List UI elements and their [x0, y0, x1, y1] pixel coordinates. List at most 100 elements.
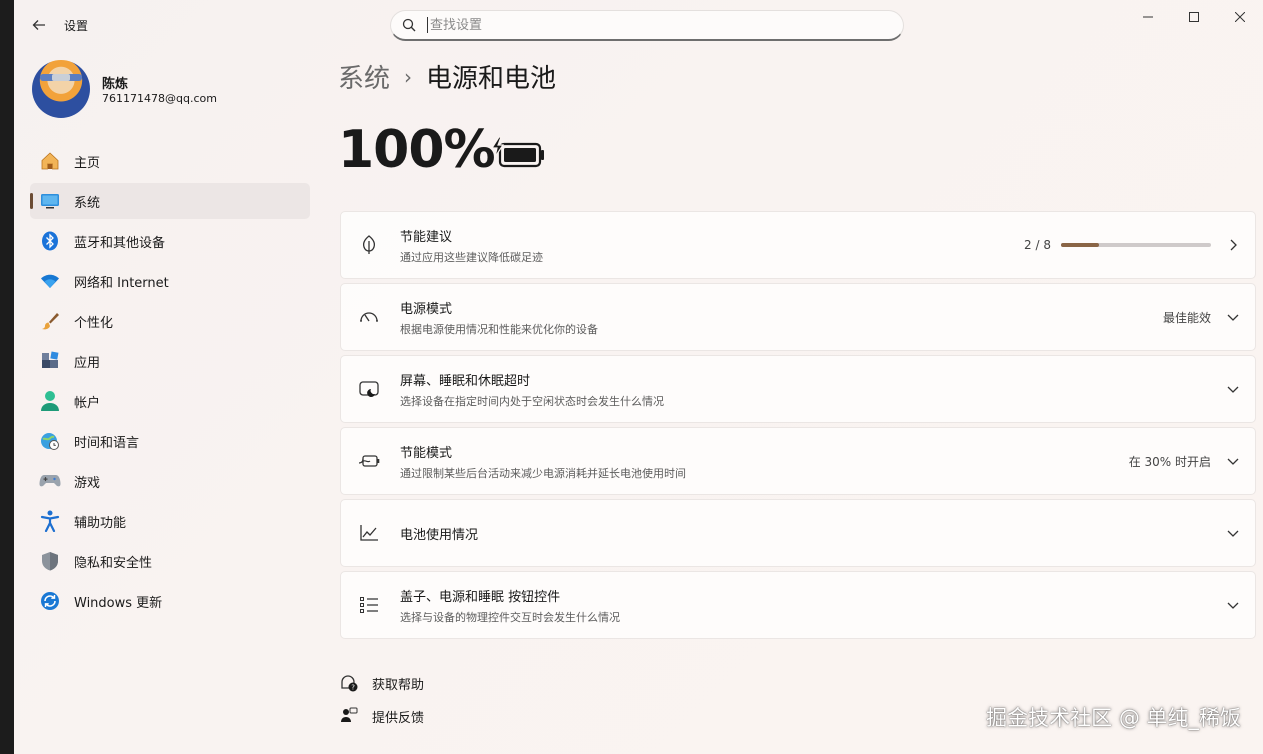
search-input[interactable]	[427, 17, 867, 33]
list-icon	[358, 594, 380, 616]
card-right: 最佳能效	[1163, 284, 1241, 350]
sidebar-item-label: 隐私和安全性	[74, 555, 153, 571]
sidebar-item-label: 主页	[74, 155, 101, 171]
card-subtitle: 通过限制某些后台活动来减少电源消耗并延长电池使用时间	[400, 466, 686, 480]
card-text: 电池使用情况	[400, 524, 478, 543]
maximize-icon[interactable]	[1171, 0, 1217, 34]
avatar-plate	[52, 74, 70, 81]
sidebar-item-label: 帐户	[74, 395, 101, 411]
card-text: 盖子、电源和睡眠 按钮控件 选择与设备的物理控件交互时会发生什么情况	[400, 586, 620, 625]
battery-percentage: 100%	[338, 120, 496, 180]
card-power-mode[interactable]: 电源模式 根据电源使用情况和性能来优化你的设备 最佳能效	[340, 283, 1256, 351]
svg-text:?: ?	[351, 684, 355, 692]
minimize-icon[interactable]	[1125, 0, 1171, 34]
avatar[interactable]	[32, 60, 90, 118]
user-name: 陈炼	[102, 77, 129, 92]
sidebar-item-apps[interactable]: 应用	[30, 343, 310, 379]
sidebar-item-bluetooth[interactable]: 蓝牙和其他设备	[30, 223, 310, 259]
sidebar-item-privacy[interactable]: 隐私和安全性	[30, 543, 310, 579]
chevron-down-icon[interactable]	[1225, 381, 1241, 397]
card-title: 电源模式	[400, 301, 453, 317]
card-subtitle: 选择设备在指定时间内处于空闲状态时会发生什么情况	[400, 394, 664, 408]
sidebar-item-accessibility[interactable]: 辅助功能	[30, 503, 310, 539]
card-text: 节能建议 通过应用这些建议降低碳足迹	[400, 226, 543, 265]
brush-icon	[38, 309, 62, 333]
search-icon	[391, 18, 427, 32]
back-button[interactable]	[28, 14, 50, 36]
gamepad-icon	[38, 469, 62, 493]
title-bar: 设置	[14, 0, 1263, 50]
sidebar-nav: 主页 系统 蓝牙和其他设备 网络和 Internet 个性化 应用 帐户 时间和…	[30, 143, 310, 623]
account-icon	[38, 389, 62, 413]
card-right: 2 / 8	[1024, 212, 1241, 278]
card-title: 电池使用情况	[400, 527, 479, 543]
progress-fill	[1061, 243, 1099, 247]
sidebar-item-label: 网络和 Internet	[74, 275, 169, 291]
card-subtitle: 选择与设备的物理控件交互时会发生什么情况	[400, 610, 620, 624]
get-help-label: 获取帮助	[372, 677, 425, 693]
progress-count: 2 / 8	[1024, 238, 1051, 252]
battery-saver-icon	[358, 450, 380, 472]
sidebar-item-home[interactable]: 主页	[30, 143, 310, 179]
sidebar-item-network[interactable]: 网络和 Internet	[30, 263, 310, 299]
get-help-link[interactable]: ? 获取帮助	[340, 672, 424, 694]
power-mode-value[interactable]: 最佳能效	[1163, 309, 1211, 326]
sidebar-item-time-language[interactable]: 时间和语言	[30, 423, 310, 459]
sidebar-item-label: 时间和语言	[74, 435, 140, 451]
help-links: ? 获取帮助 提供反馈	[340, 672, 424, 738]
card-right	[1225, 356, 1241, 422]
wifi-icon	[38, 269, 62, 293]
sidebar-item-label: 游戏	[74, 475, 101, 491]
sidebar-item-label: 辅助功能	[74, 515, 127, 531]
home-icon	[38, 149, 62, 173]
sidebar-item-gaming[interactable]: 游戏	[30, 463, 310, 499]
sidebar-item-label: 蓝牙和其他设备	[74, 235, 166, 251]
sidebar-item-system[interactable]: 系统	[30, 183, 310, 219]
chart-line-icon	[358, 522, 380, 544]
sidebar-item-label: Windows 更新	[74, 595, 163, 611]
chevron-down-icon[interactable]	[1225, 453, 1241, 469]
app-title: 设置	[64, 19, 89, 33]
window-controls	[1125, 0, 1263, 34]
card-title: 节能建议	[400, 229, 453, 245]
back-arrow-icon	[32, 20, 45, 30]
card-screen-sleep-timeouts[interactable]: 屏幕、睡眠和休眠超时 选择设备在指定时间内处于空闲状态时会发生什么情况	[340, 355, 1256, 423]
card-lid-power-button-controls[interactable]: 盖子、电源和睡眠 按钮控件 选择与设备的物理控件交互时会发生什么情况	[340, 571, 1256, 639]
leaf-icon	[358, 234, 380, 256]
card-title: 节能模式	[400, 445, 453, 461]
chevron-down-icon[interactable]	[1225, 525, 1241, 541]
apps-icon	[38, 349, 62, 373]
feedback-label: 提供反馈	[372, 710, 425, 726]
card-right: 在 30% 时开启	[1129, 428, 1241, 494]
breadcrumb-parent[interactable]: 系统	[338, 58, 390, 95]
sidebar-item-label: 系统	[74, 195, 101, 211]
sidebar-item-windows-update[interactable]: Windows 更新	[30, 583, 310, 619]
chevron-down-icon[interactable]	[1225, 309, 1241, 325]
system-icon	[38, 189, 62, 213]
breadcrumb: 系统 › 电源和电池	[338, 58, 556, 95]
card-energy-recommendations[interactable]: 节能建议 通过应用这些建议降低碳足迹 2 / 8	[340, 211, 1256, 279]
settings-cards: 节能建议 通过应用这些建议降低碳足迹 2 / 8 电源模式 根据电源使用情况和性…	[340, 211, 1256, 643]
bluetooth-icon	[38, 229, 62, 253]
watermark: 掘金技术社区 @ 单纯_稀饭	[986, 706, 1241, 730]
card-subtitle: 根据电源使用情况和性能来优化你的设备	[400, 322, 598, 336]
sidebar-item-personalization[interactable]: 个性化	[30, 303, 310, 339]
sidebar-item-accounts[interactable]: 帐户	[30, 383, 310, 419]
card-subtitle: 通过应用这些建议降低碳足迹	[400, 250, 543, 264]
energy-saver-value: 在 30% 时开启	[1128, 454, 1211, 469]
shield-icon	[38, 549, 62, 573]
accessibility-icon	[38, 509, 62, 533]
chevron-right-icon[interactable]	[1225, 237, 1241, 253]
gauge-icon	[358, 306, 380, 328]
chevron-down-icon[interactable]	[1225, 597, 1241, 613]
close-icon[interactable]	[1217, 0, 1263, 34]
user-email: 761171478@qq.com	[102, 92, 217, 105]
screen-sleep-icon	[358, 378, 380, 400]
card-text: 节能模式 通过限制某些后台活动来减少电源消耗并延长电池使用时间	[400, 442, 686, 481]
search-box[interactable]	[390, 10, 904, 41]
feedback-link[interactable]: 提供反馈	[340, 705, 424, 727]
sidebar-item-label: 应用	[74, 355, 101, 371]
card-energy-saver[interactable]: 节能模式 通过限制某些后台活动来减少电源消耗并延长电池使用时间 在 30% 时开…	[340, 427, 1256, 495]
card-battery-usage[interactable]: 电池使用情况	[340, 499, 1256, 567]
help-icon: ?	[340, 674, 358, 692]
